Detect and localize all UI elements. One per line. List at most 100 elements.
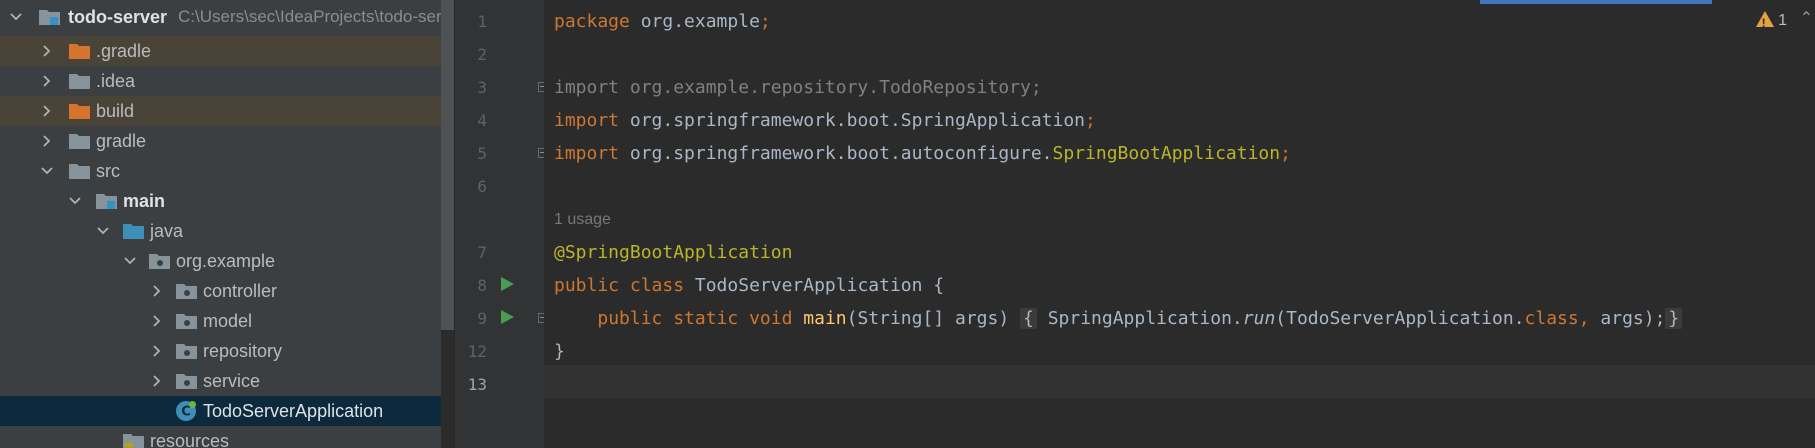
tree-item-model[interactable]: model [0,306,441,336]
resources-folder-icon [123,434,144,448]
tree-item-org-example[interactable]: org.example [0,246,441,276]
tree-item-label: .gradle [96,41,152,61]
svg-text:C: C [181,405,191,420]
package-icon [149,254,170,269]
line-number: 2 [477,45,487,64]
keyword: package [554,11,630,32]
tree-item-gradle[interactable]: gradle [0,126,441,156]
line-number: 13 [467,375,487,394]
chevron-right-icon[interactable] [147,336,167,366]
import-path: org.springframework.boot.SpringApplicati… [619,110,1086,131]
line-number: 3 [477,78,487,97]
run-main-icon[interactable] [501,310,514,324]
code-line-7[interactable]: @SpringBootApplication [554,236,792,269]
keyword: import [554,143,620,164]
comma: , [1578,308,1590,329]
package-icon [176,374,197,389]
chevron-right-icon[interactable] [37,96,57,126]
run-method: run [1242,308,1276,329]
tree-item-controller[interactable]: controller [0,276,441,306]
tree-item-label: controller [203,281,278,301]
keyword: public static void [597,308,793,329]
chevron-right-icon[interactable] [37,66,57,96]
code-editor[interactable]: package org.example; import org.example.… [544,0,1815,448]
tree-item-label: build [96,101,135,121]
usage-hint[interactable]: 1 usage [554,203,611,236]
code-line-8[interactable]: public class TodoServerApplication { [554,269,944,302]
current-line-highlight [544,365,1815,398]
folder-icon [69,164,90,179]
run-class-icon[interactable] [501,277,514,291]
semicolon: ; [759,11,771,32]
tree-item-label: service [203,371,261,391]
tree-scrollbar[interactable] [441,0,454,330]
code-line-4[interactable]: import org.springframework.boot.SpringAp… [554,104,1096,137]
chevron-right-icon[interactable] [147,276,167,306]
line-number: 7 [477,243,487,262]
chevron-right-icon[interactable] [147,366,167,396]
class-declaration: TodoServerApplication { [684,275,945,296]
tree-item-src[interactable]: src [0,156,441,186]
code-line-1[interactable]: package org.example; [554,5,771,38]
package-icon [176,314,197,329]
folded-brace-open[interactable]: { [1020,308,1037,329]
tree-item-label: model [203,311,253,331]
tree-item-label: src [96,161,120,181]
chevron-right-icon[interactable] [37,36,57,66]
tree-item-todo-server-application[interactable]: C TodoServerApplication [0,396,441,426]
project-tree: todo-server C:\Users\sec\IdeaProjects\to… [0,0,441,448]
tree-item-label: TodoServerApplication [203,401,384,421]
tree-item-build[interactable]: build [0,96,441,126]
line-number: 6 [477,177,487,196]
tree-item-label: main [123,191,166,211]
tree-item-main[interactable]: main [0,186,441,216]
folder-icon [69,74,90,89]
tree-item-label: java [150,221,184,241]
tree-item-repository[interactable]: repository [0,336,441,366]
spring-boot-class-icon: C [176,401,196,421]
code-line-5[interactable]: import org.springframework.boot.autoconf… [554,137,1291,170]
tree-row-root[interactable]: todo-server C:\Users\sec\IdeaProjects\to… [0,2,441,32]
line-number: 4 [477,111,487,130]
chevron-down-icon[interactable] [37,156,57,186]
chevron-down-icon[interactable] [65,186,85,216]
method-params: (String[] args) [846,308,1021,329]
import-path: org.springframework.boot.autoconfigure. [619,143,1053,164]
tree-item-resources[interactable]: resources [0,426,441,448]
tree-item-service[interactable]: service [0,366,441,396]
folder-icon [69,134,90,149]
call-start: SpringApplication. [1036,308,1243,329]
tree-item-label: resources [150,431,230,448]
line-number: 9 [477,309,487,328]
chevron-down-icon[interactable] [120,246,140,276]
chevron-down-icon[interactable] [6,2,26,32]
tree-item-idea[interactable]: .idea [0,66,441,96]
code-line-9[interactable]: public static void main(String[] args) {… [554,302,1683,335]
annotation-class: SpringBootApplication [1052,143,1281,164]
keyword: public class [554,275,685,296]
chevron-down-icon[interactable] [93,216,113,246]
folded-brace-close[interactable]: } [1665,308,1683,329]
line-number: 8 [477,276,487,295]
semicolon: ; [1085,110,1096,131]
tree-item-java[interactable]: java [0,216,441,246]
excluded-folder-icon [69,104,90,119]
source-root-folder-icon [123,224,144,239]
chevron-right-icon[interactable] [147,306,167,336]
project-name: todo-server [68,7,168,27]
line-number: 1 [477,12,487,31]
module-folder-icon [39,10,60,25]
chevron-right-icon[interactable] [37,126,57,156]
line-number: 12 [467,342,487,361]
tree-item-gradle-dir[interactable]: .gradle [0,36,441,66]
call-tail: args); [1589,308,1666,329]
module-folder-icon [96,194,117,209]
package-name: org.example [629,11,760,32]
package-icon [176,284,197,299]
code-line-3[interactable]: import org.example.repository.TodoReposi… [554,71,1042,104]
chevron-up-icon[interactable]: ⌃ [1800,8,1813,28]
excluded-folder-icon [69,44,90,59]
code-line-12[interactable]: } [554,335,565,368]
inspection-widget[interactable]: 1 [1755,10,1787,34]
